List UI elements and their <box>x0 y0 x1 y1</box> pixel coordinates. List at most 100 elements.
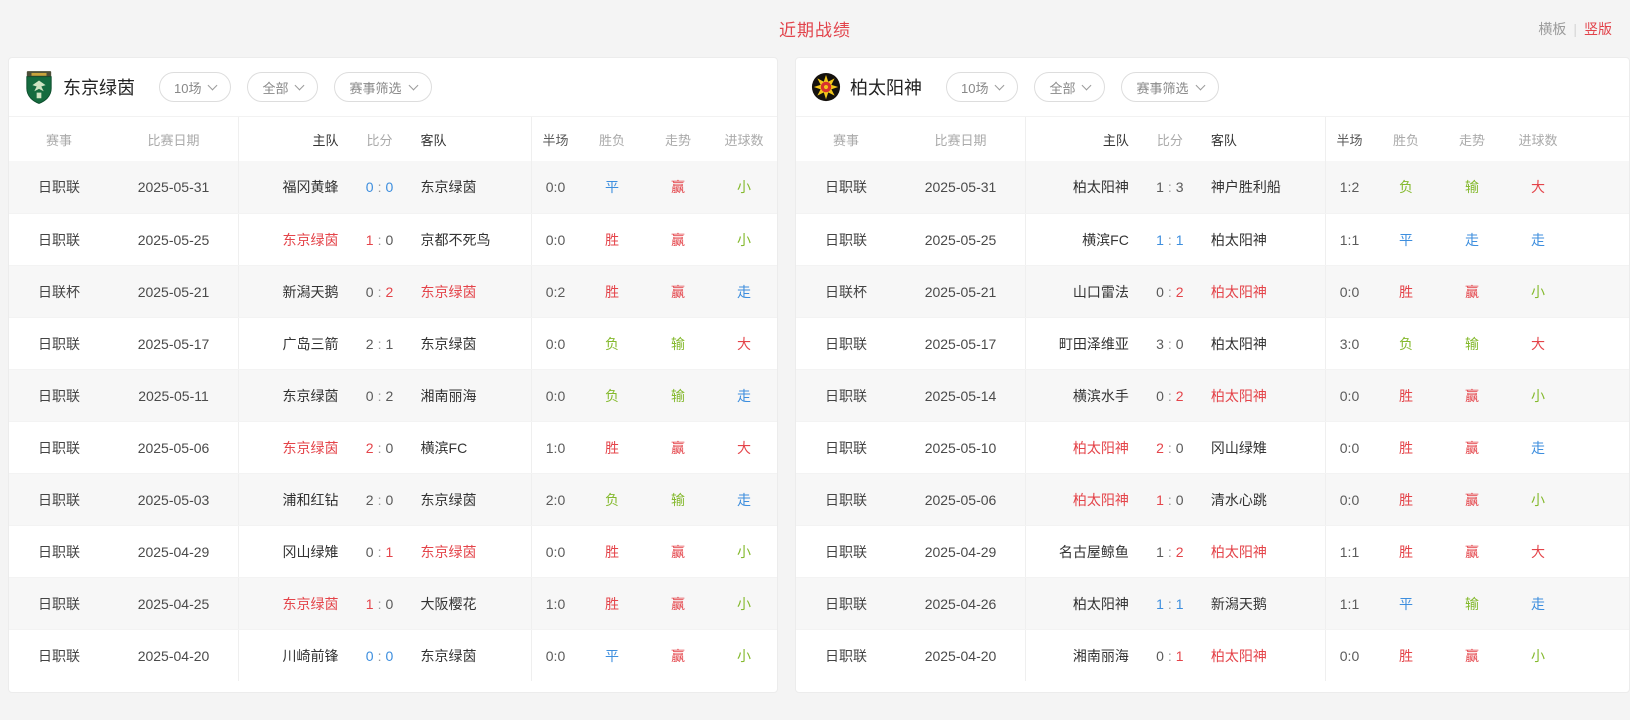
home-team-cell: 川崎前锋 <box>239 630 349 681</box>
goals-cell: 小 <box>711 214 777 265</box>
score-cell: 0 : 2 <box>1139 266 1201 317</box>
chevron-down-icon <box>408 80 418 90</box>
result-cell: 胜 <box>1373 474 1439 525</box>
kashiwa-reysol-badge-icon <box>810 71 842 103</box>
away-score: 1 <box>385 544 393 560</box>
team-name: 柏太阳神 <box>850 74 922 100</box>
competition-filter-dropdown[interactable]: 赛事筛选 <box>1121 72 1218 102</box>
league-cell: 日联杯 <box>9 266 109 317</box>
halftime-cell: 1:0 <box>531 578 579 629</box>
home-team-cell: 町田泽维亚 <box>1026 318 1139 369</box>
date-cell: 2025-04-20 <box>896 630 1026 681</box>
chevron-down-icon <box>1195 80 1205 90</box>
away-team-cell: 东京绿茵 <box>411 526 531 577</box>
home-score: 0 <box>366 284 374 300</box>
score-colon: : <box>378 440 382 456</box>
league-cell: 日职联 <box>796 422 896 473</box>
home-score: 1 <box>1156 232 1164 248</box>
result-cell: 胜 <box>579 266 645 317</box>
match-row: 日职联 2025-05-14 横滨水手 0 : 2 柏太阳神 0:0 胜 赢 小 <box>796 369 1629 421</box>
match-count-dropdown[interactable]: 10场 <box>946 72 1018 102</box>
home-team-cell: 横滨FC <box>1026 214 1139 265</box>
goals-cell: 走 <box>711 370 777 421</box>
score-colon: : <box>1168 648 1172 664</box>
halftime-cell: 3:0 <box>1325 318 1373 369</box>
home-score: 2 <box>1156 440 1164 456</box>
goals-cell: 大 <box>1505 526 1571 577</box>
column-header-halftime: 半场 <box>531 117 579 161</box>
result-cell: 负 <box>579 318 645 369</box>
column-header-away: 客队 <box>1201 117 1325 161</box>
home-score: 0 <box>1156 284 1164 300</box>
away-score: 0 <box>385 232 393 248</box>
tokyo-verdy-badge-icon <box>23 71 55 103</box>
away-team-cell: 京都不死鸟 <box>411 214 531 265</box>
trend-cell: 赢 <box>1439 474 1505 525</box>
competition-filter-value: 赛事筛选 <box>1136 78 1188 97</box>
away-team-cell: 神户胜利船 <box>1201 161 1325 213</box>
layout-switch: 横板 | 竖版 <box>1538 0 1612 57</box>
goals-cell: 大 <box>1505 161 1571 213</box>
away-score: 2 <box>385 388 393 404</box>
away-score: 2 <box>1176 388 1184 404</box>
home-score: 1 <box>1156 596 1164 612</box>
goals-cell: 走 <box>1505 578 1571 629</box>
match-row: 日联杯 2025-05-21 新潟天鹅 0 : 2 东京绿茵 0:2 胜 赢 走 <box>9 265 777 317</box>
trend-cell: 赢 <box>1439 422 1505 473</box>
column-header-trend: 走势 <box>1439 117 1505 161</box>
score-cell: 1 : 1 <box>1139 578 1201 629</box>
chevron-down-icon <box>208 80 218 90</box>
home-score: 1 <box>1156 179 1164 195</box>
league-cell: 日职联 <box>796 526 896 577</box>
column-header-score: 比分 <box>1139 117 1201 161</box>
venue-filter-dropdown[interactable]: 全部 <box>1034 72 1105 102</box>
results-body-left: 日职联 2025-05-31 福冈黄蜂 0 : 0 东京绿茵 0:0 平 赢 小… <box>9 161 777 681</box>
home-team-cell: 福冈黄蜂 <box>239 161 349 213</box>
panel-head-left: 东京绿茵 10场 全部 赛事筛选 <box>9 58 777 116</box>
away-team-cell: 柏太阳神 <box>1201 318 1325 369</box>
score-cell: 1 : 0 <box>1139 474 1201 525</box>
column-header-trend: 走势 <box>645 117 711 161</box>
away-score: 3 <box>1176 179 1184 195</box>
halftime-cell: 0:0 <box>1325 630 1373 681</box>
team-name: 东京绿茵 <box>63 74 135 100</box>
halftime-cell: 0:0 <box>1325 266 1373 317</box>
match-row: 日职联 2025-04-20 湘南丽海 0 : 1 柏太阳神 0:0 胜 赢 小 <box>796 629 1629 681</box>
date-cell: 2025-05-06 <box>896 474 1026 525</box>
result-cell: 胜 <box>1373 370 1439 421</box>
competition-filter-dropdown[interactable]: 赛事筛选 <box>334 72 431 102</box>
match-row: 日联杯 2025-05-21 山口雷法 0 : 2 柏太阳神 0:0 胜 赢 小 <box>796 265 1629 317</box>
result-cell: 负 <box>579 474 645 525</box>
score-cell: 1 : 0 <box>349 578 411 629</box>
away-team-cell: 东京绿茵 <box>411 161 531 213</box>
score-cell: 0 : 2 <box>349 266 411 317</box>
match-count-dropdown[interactable]: 10场 <box>159 72 231 102</box>
layout-switch-separator: | <box>1573 21 1577 37</box>
panel-head-right: 柏太阳神 10场 全部 赛事筛选 <box>796 58 1629 116</box>
home-team-cell: 东京绿茵 <box>239 214 349 265</box>
chevron-down-icon <box>295 80 305 90</box>
venue-filter-dropdown[interactable]: 全部 <box>247 72 318 102</box>
result-cell: 胜 <box>579 578 645 629</box>
home-score: 1 <box>1156 544 1164 560</box>
league-cell: 日职联 <box>9 318 109 369</box>
score-colon: : <box>1168 596 1172 612</box>
league-cell: 日职联 <box>796 630 896 681</box>
away-score: 1 <box>1176 596 1184 612</box>
away-team-cell: 柏太阳神 <box>1201 630 1325 681</box>
panels-container: 东京绿茵 10场 全部 赛事筛选 赛事 比赛日期 主队 比分 客队 半场 胜负 … <box>8 57 1630 693</box>
home-team-cell: 柏太阳神 <box>1026 578 1139 629</box>
score-colon: : <box>1168 388 1172 404</box>
league-cell: 日职联 <box>9 161 109 213</box>
date-cell: 2025-04-25 <box>109 578 239 629</box>
result-cell: 胜 <box>579 526 645 577</box>
goals-cell: 小 <box>1505 266 1571 317</box>
layout-horizontal-link[interactable]: 横板 <box>1538 19 1566 39</box>
away-team-cell: 清水心跳 <box>1201 474 1325 525</box>
layout-vertical-link[interactable]: 竖版 <box>1584 19 1612 39</box>
score-colon: : <box>1168 284 1172 300</box>
match-count-value: 10场 <box>961 78 988 97</box>
score-colon: : <box>1168 232 1172 248</box>
away-score: 0 <box>385 596 393 612</box>
home-score: 0 <box>366 388 374 404</box>
